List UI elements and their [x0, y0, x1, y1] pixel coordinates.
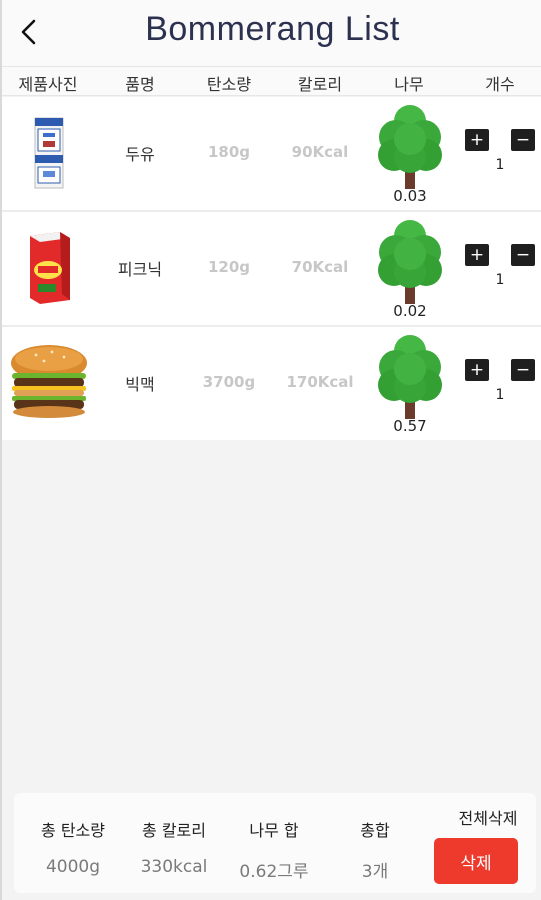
item-tree-value: 0.02	[393, 302, 427, 320]
item-count: 1	[495, 157, 505, 173]
minus-button[interactable]: −	[511, 359, 535, 381]
col-calories: 칼로리	[297, 75, 343, 94]
item-carbon: 3700g	[202, 373, 256, 391]
list-item: 두유 180g 90Kcal 0.03 + − 1	[2, 97, 541, 210]
minus-button[interactable]: −	[511, 244, 535, 266]
page-title: Bommerang List	[145, 10, 400, 48]
minus-icon: −	[515, 245, 531, 265]
total-count-value: 3개	[361, 862, 389, 882]
item-calories: 70Kcal	[291, 258, 349, 276]
plus-button[interactable]: +	[465, 244, 489, 266]
item-name: 빅맥	[125, 375, 155, 394]
tree-icon	[378, 220, 442, 304]
col-count: 개수	[485, 75, 515, 94]
app-frame: Bommerang List 제품사진 품명 탄소량 칼로리 나무 개수 두유 …	[0, 0, 541, 900]
picnic-juice-box-image	[30, 232, 70, 304]
tree-icon	[378, 335, 442, 419]
item-carbon: 180g	[207, 143, 251, 161]
total-calories-label: 총 칼로리	[142, 821, 206, 840]
tree-sum-label: 나무 합	[249, 821, 299, 840]
item-calories: 170Kcal	[286, 373, 354, 391]
column-header-row: 제품사진 품명 탄소량 칼로리 나무 개수	[2, 66, 541, 96]
big-mac-burger-image	[11, 345, 87, 418]
col-carbon: 탄소량	[206, 75, 252, 94]
plus-icon: +	[469, 245, 485, 265]
total-calories-value: 330kcal	[140, 857, 208, 877]
total-count-label: 총합	[360, 821, 390, 840]
minus-button[interactable]: −	[511, 129, 535, 151]
item-tree-value: 0.03	[393, 187, 427, 205]
delete-button[interactable]: 삭제	[434, 838, 518, 884]
minus-icon: −	[515, 130, 531, 150]
soy-milk-carton-image	[34, 117, 64, 189]
item-carbon: 120g	[207, 258, 251, 276]
tree-icon	[378, 105, 442, 189]
delete-all-label: 전체삭제	[458, 809, 518, 828]
list-item: 피크닉 120g 70Kcal 0.02 + − 1	[2, 212, 541, 325]
item-count: 1	[495, 387, 505, 403]
plus-button[interactable]: +	[465, 129, 489, 151]
item-count: 1	[495, 272, 505, 288]
col-tree: 나무	[394, 75, 424, 94]
item-name: 피크닉	[117, 260, 163, 279]
item-calories: 90Kcal	[291, 143, 349, 161]
minus-icon: −	[515, 360, 531, 380]
total-carbon-label: 총 탄소량	[41, 821, 105, 840]
app-header: Bommerang List	[2, 0, 541, 66]
plus-icon: +	[469, 130, 485, 150]
plus-icon: +	[469, 360, 485, 380]
total-carbon-value: 4000g	[45, 857, 101, 877]
list-item: 빅맥 3700g 170Kcal 0.57 + − 1	[2, 327, 541, 440]
item-name: 두유	[125, 145, 155, 164]
col-photo: 제품사진	[18, 75, 78, 94]
col-name: 품명	[125, 75, 155, 94]
tree-sum-value: 0.62그루	[239, 862, 309, 882]
item-tree-value: 0.57	[393, 417, 427, 435]
plus-button[interactable]: +	[465, 359, 489, 381]
